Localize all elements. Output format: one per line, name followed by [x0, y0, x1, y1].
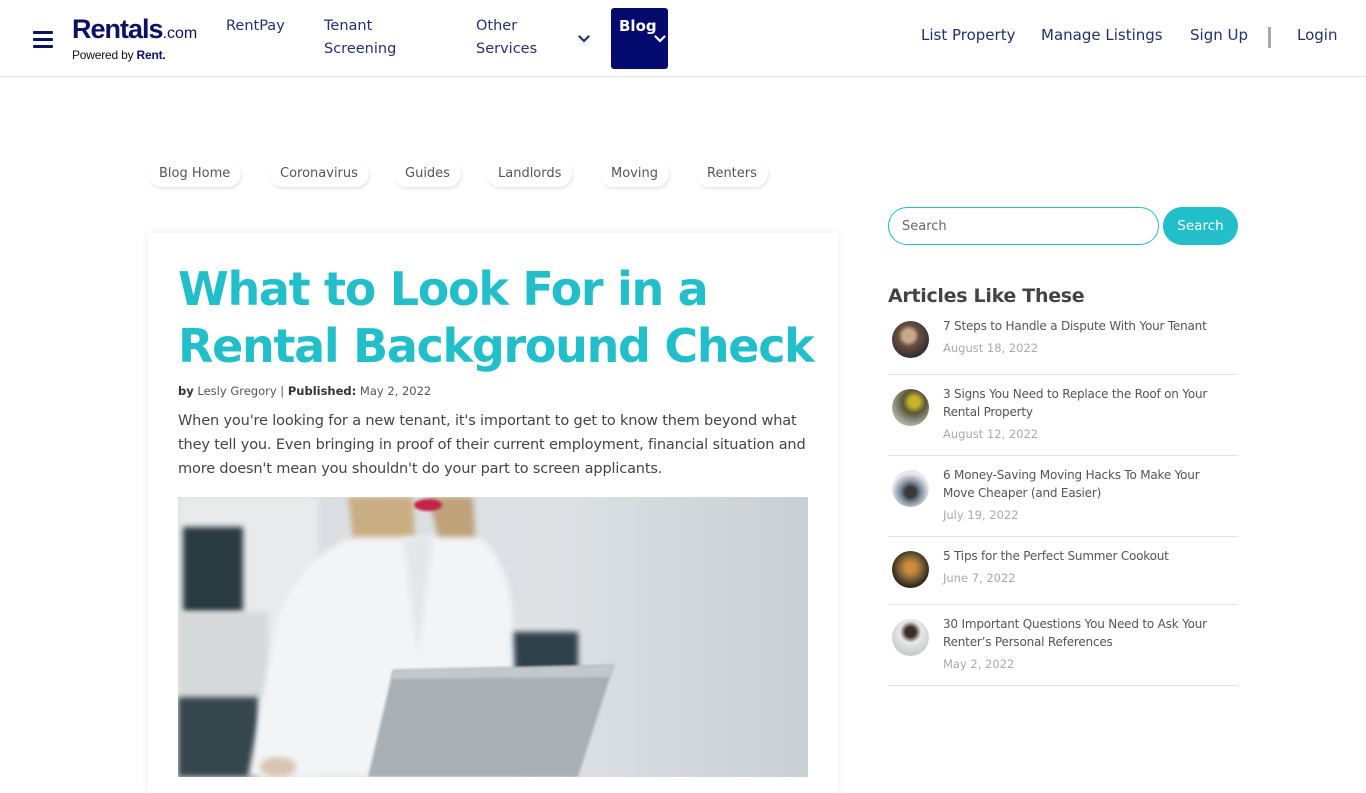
hero-image: [178, 497, 808, 777]
nav-rentpay[interactable]: RentPay: [226, 15, 285, 38]
article-link-title[interactable]: 5 Tips for the Perfect Summer Cookout: [943, 547, 1233, 565]
hamburger-menu-icon[interactable]: [33, 31, 53, 48]
search-input[interactable]: [888, 207, 1159, 245]
logo-text: Rentals: [72, 14, 164, 44]
article-link-title[interactable]: 3 Signs You Need to Replace the Roof on …: [943, 385, 1233, 421]
chevron-down-icon[interactable]: [578, 35, 590, 43]
nav-rentpay-label: RentPay: [226, 18, 285, 34]
article-date: June 7, 2022: [943, 571, 1016, 585]
category-blog-home[interactable]: Blog Home: [148, 160, 242, 187]
nav-tenant-screening-line1: Tenant: [324, 18, 373, 34]
divider: [888, 536, 1238, 537]
category-guides[interactable]: Guides: [394, 160, 461, 187]
manage-listings-link[interactable]: Manage Listings: [1041, 26, 1163, 44]
article-date: May 2, 2022: [943, 657, 1015, 671]
nav-tenant-screening-line2: Screening: [324, 41, 397, 57]
list-property-link[interactable]: List Property: [921, 26, 1015, 44]
nav-blog[interactable]: Blog: [611, 8, 668, 69]
article-thumbnail: [892, 470, 929, 507]
login-link[interactable]: Login: [1297, 26, 1337, 44]
article-intro: When you're looking for a new tenant, it…: [178, 413, 806, 477]
powered-by-text: Powered by: [72, 48, 134, 62]
sign-up-link[interactable]: Sign Up: [1190, 26, 1248, 44]
category-coronavirus[interactable]: Coronavirus: [269, 160, 369, 187]
divider: [888, 685, 1238, 686]
rentals-logo[interactable]: Rentals.com Powered by Rent.: [72, 14, 197, 61]
category-renters[interactable]: Renters: [696, 160, 768, 187]
article-thumbnail: [892, 321, 929, 358]
nav-tenant-screening[interactable]: Tenant Screening: [324, 15, 396, 61]
nav-blog-label: Blog: [619, 17, 657, 35]
article-link-title[interactable]: 6 Money-Saving Moving Hacks To Make Your…: [943, 466, 1233, 502]
divider: [888, 374, 1238, 375]
nav-divider: [1268, 27, 1271, 48]
article-byline: by Lesly Gregory | Published: May 2, 202…: [178, 384, 432, 398]
author-name[interactable]: Lesly Gregory: [197, 384, 276, 398]
related-articles-heading: Articles Like These: [888, 285, 1085, 307]
divider: [888, 455, 1238, 456]
article-date: August 12, 2022: [943, 427, 1039, 441]
logo-suffix: .com: [162, 25, 198, 42]
by-label: by: [178, 384, 194, 398]
rent-brand: Rent.: [136, 48, 166, 62]
woman-with-laptop-photo: [178, 497, 808, 777]
article-link-title[interactable]: 30 Important Questions You Need to Ask Y…: [943, 615, 1233, 651]
site-header: Rentals.com Powered by Rent. RentPay Ten…: [0, 0, 1366, 77]
article-thumbnail: [892, 389, 929, 426]
published-label: Published:: [287, 384, 357, 398]
nav-other-services[interactable]: Other Services: [476, 15, 537, 61]
article-thumbnail: [892, 551, 929, 588]
article-date: August 18, 2022: [943, 341, 1039, 355]
chevron-down-icon: [654, 35, 666, 43]
article-link-title[interactable]: 7 Steps to Handle a Dispute With Your Te…: [943, 317, 1233, 335]
article-thumbnail: [892, 619, 929, 656]
search-button[interactable]: Search: [1163, 207, 1238, 245]
category-moving[interactable]: Moving: [600, 160, 669, 187]
published-date: May 2, 2022: [359, 384, 432, 398]
article-title: What to Look For in a Rental Background …: [178, 262, 815, 373]
nav-other-services-line1: Other: [476, 18, 518, 34]
article-date: July 19, 2022: [943, 508, 1019, 522]
category-landlords[interactable]: Landlords: [487, 160, 573, 187]
divider: [888, 604, 1238, 605]
nav-other-services-line2: Services: [476, 41, 538, 57]
